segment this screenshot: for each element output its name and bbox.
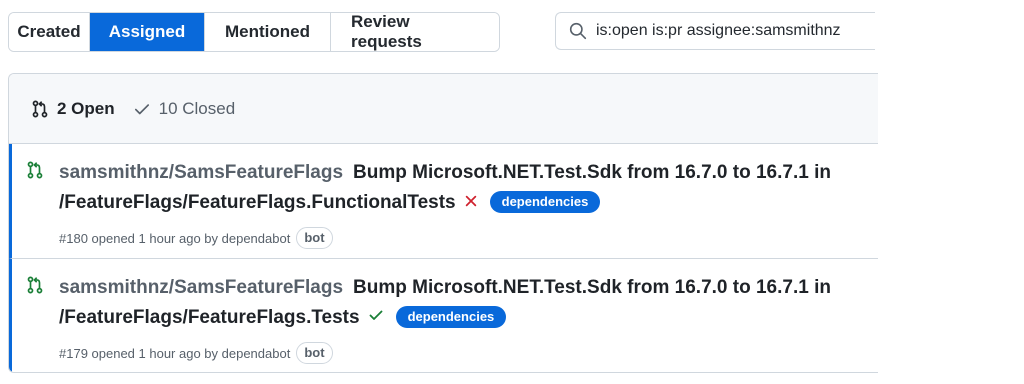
closed-filter-link[interactable]: 10 Closed: [133, 98, 236, 119]
tab-mentioned[interactable]: Mentioned: [205, 13, 331, 51]
tab-created[interactable]: Created: [9, 13, 90, 51]
search-box: [555, 12, 875, 50]
repo-link[interactable]: samsmithnz/SamsFeatureFlags: [59, 277, 343, 298]
pull-request-list: 2 Open 10 Closed samsmithnz/SamsFeatureF…: [8, 73, 878, 373]
pull-request-meta-text: #180 opened 1 hour ago by dependabot: [59, 230, 291, 246]
pull-request-meta: #179 opened 1 hour ago by dependabot bot: [59, 342, 333, 364]
search-input[interactable]: [596, 22, 866, 40]
repo-link[interactable]: samsmithnz/SamsFeatureFlags: [59, 162, 343, 183]
open-filter-link[interactable]: 2 Open: [31, 99, 115, 119]
success-check-icon[interactable]: [368, 303, 384, 333]
check-icon: [134, 103, 149, 114]
open-pull-request-icon: [27, 161, 43, 179]
pull-request-title-line: samsmithnz/SamsFeatureFlags Bump Microsof…: [59, 158, 859, 218]
pull-request-row[interactable]: samsmithnz/SamsFeatureFlags Bump Microsof…: [9, 259, 878, 372]
bot-badge: bot: [296, 342, 333, 364]
pull-request-title-line: samsmithnz/SamsFeatureFlags Bump Microsof…: [59, 273, 859, 333]
open-count-label: 2 Open: [57, 98, 115, 118]
dependencies-label[interactable]: dependencies: [489, 191, 601, 214]
pull-request-row[interactable]: samsmithnz/SamsFeatureFlags Bump Microsof…: [9, 144, 878, 259]
filter-tabs: Created Assigned Mentioned Review reques…: [8, 12, 500, 52]
tab-assigned[interactable]: Assigned: [90, 13, 205, 51]
pull-request-meta-text: #179 opened 1 hour ago by dependabot: [59, 345, 291, 361]
open-pull-request-icon: [27, 276, 43, 294]
pull-request-meta: #180 opened 1 hour ago by dependabot bot: [59, 227, 333, 249]
tab-review-requests[interactable]: Review requests: [331, 13, 499, 51]
failure-x-icon[interactable]: [464, 188, 478, 218]
dependencies-label[interactable]: dependencies: [395, 306, 507, 329]
closed-count-label: 10 Closed: [158, 98, 236, 118]
list-header: 2 Open 10 Closed: [9, 74, 878, 144]
search-icon: [569, 22, 587, 40]
bot-badge: bot: [296, 227, 333, 249]
pull-request-icon: [32, 100, 48, 117]
